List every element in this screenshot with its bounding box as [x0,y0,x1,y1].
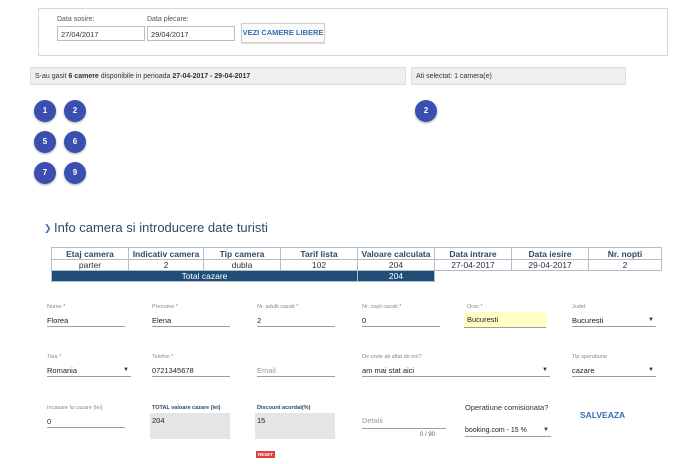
table-header-row: Etaj camera Indicativ camera Tip camera … [51,247,662,260]
room-info-table: Etaj camera Indicativ camera Tip camera … [51,247,662,282]
table-header: Etaj camera [51,247,129,260]
sursa-select[interactable]: am mai stat aici ▼ [362,364,550,377]
reset-button[interactable]: RESET [256,451,275,458]
checkout-label: Data plecare: [147,16,189,23]
detalii-input[interactable]: Detalii [362,414,446,428]
oras-input[interactable]: Bucuresti [464,312,546,328]
comision-label: Operatiune comisionata? [465,403,549,412]
table-header: Tip camera [203,247,281,260]
incasare-input[interactable]: 0 [47,415,125,428]
table-cell: parter [51,259,129,271]
selected-room-button[interactable]: 2 [415,100,437,122]
table-cell: 204 [357,259,435,271]
checkout-date-input[interactable]: 29/04/2017 [147,26,235,41]
table-header: Data iesire [511,247,589,260]
caret-down-icon: ▼ [648,317,654,323]
copii-label: Nr. copii cazati * [362,304,402,310]
total-value: 204 [357,270,435,282]
chevron-right-icon: ❯ [44,223,52,233]
telefon-input[interactable]: 0721345678 [152,364,230,377]
discount-label: Discount acordat(%) [257,405,311,411]
judet-select[interactable]: Bucuresti ▼ [572,314,656,327]
tara-label: Tara * [47,354,62,360]
table-header: Data intrare [434,247,512,260]
selected-rooms-info: Ati selectat: 1 camera(e) [411,67,626,85]
tip-operatiune-label: Tip operatiune [572,354,607,360]
table-cell: 102 [280,259,358,271]
checkin-date-input[interactable]: 27/04/2017 [57,26,145,41]
total-label: Total cazare [51,270,358,282]
table-cell: 2 [588,259,662,271]
total-row: Total cazare 204 [51,270,662,282]
judet-label: Judet [572,304,586,310]
caret-down-icon: ▼ [543,427,549,433]
table-cell: 29-04-2017 [511,259,589,271]
prenume-input[interactable]: Elena [152,314,230,327]
detalii-counter: 0 / 90 [420,432,436,438]
oras-label: Oras * [467,304,483,310]
save-button[interactable]: SALVEAZA [580,410,625,420]
table-cell: dubla [203,259,281,271]
room-button-6[interactable]: 6 [64,131,86,153]
room-button-5[interactable]: 5 [34,131,56,153]
caret-down-icon: ▼ [648,367,654,373]
rooms-found-count: 6 camere [68,73,99,80]
table-row: parter 2 dubla 102 204 27-04-2017 29-04-… [51,259,662,271]
prenume-label: Prenume * [152,304,178,310]
caret-down-icon: ▼ [542,367,548,373]
table-header: Nr. nopti [588,247,662,260]
table-cell: 27-04-2017 [434,259,512,271]
incasare-label: Incasare la cazare (lei) [47,405,103,411]
total-cazare-label: TOTAL valoare cazare (lei) [152,405,221,411]
telefon-label: Telefon * [152,354,174,360]
discount-field: 15 [255,413,335,439]
sursa-label: De unde ati aflat de noi? [362,354,422,360]
table-header: Tarif lista [280,247,358,260]
detalii-underline [362,428,446,429]
adulti-input[interactable]: 2 [257,314,335,327]
tara-select[interactable]: Romania ▼ [47,364,131,377]
availability-info: S-au gasit 6 camere disponibile in perio… [30,67,406,85]
room-button-9[interactable]: 9 [64,162,86,184]
email-input[interactable]: Email [257,364,335,377]
table-cell: 2 [128,259,204,271]
availability-period: 27-04-2017 - 29-04-2017 [172,73,251,80]
tip-operatiune-select[interactable]: cazare ▼ [572,364,656,377]
total-cazare-field: 204 [150,413,230,439]
nume-input[interactable]: Florea [47,314,125,327]
copii-input[interactable]: 0 [362,314,440,327]
room-button-1[interactable]: 1 [34,100,56,122]
checkin-label: Data sosire: [57,16,95,23]
comision-select[interactable]: booking.com - 15 % ▼ [465,424,551,437]
room-button-2[interactable]: 2 [64,100,86,122]
table-header: Valoare calculata [357,247,435,260]
nume-label: Nume * [47,304,66,310]
table-header: Indicativ camera [128,247,204,260]
adulti-label: Nr. adulti cazati * [257,304,299,310]
see-free-rooms-button[interactable]: VEZI CAMERE LIBERE [241,23,325,43]
section-title: Info camera si introducere date turisti [54,220,268,235]
room-button-7[interactable]: 7 [34,162,56,184]
caret-down-icon: ▼ [123,367,129,373]
